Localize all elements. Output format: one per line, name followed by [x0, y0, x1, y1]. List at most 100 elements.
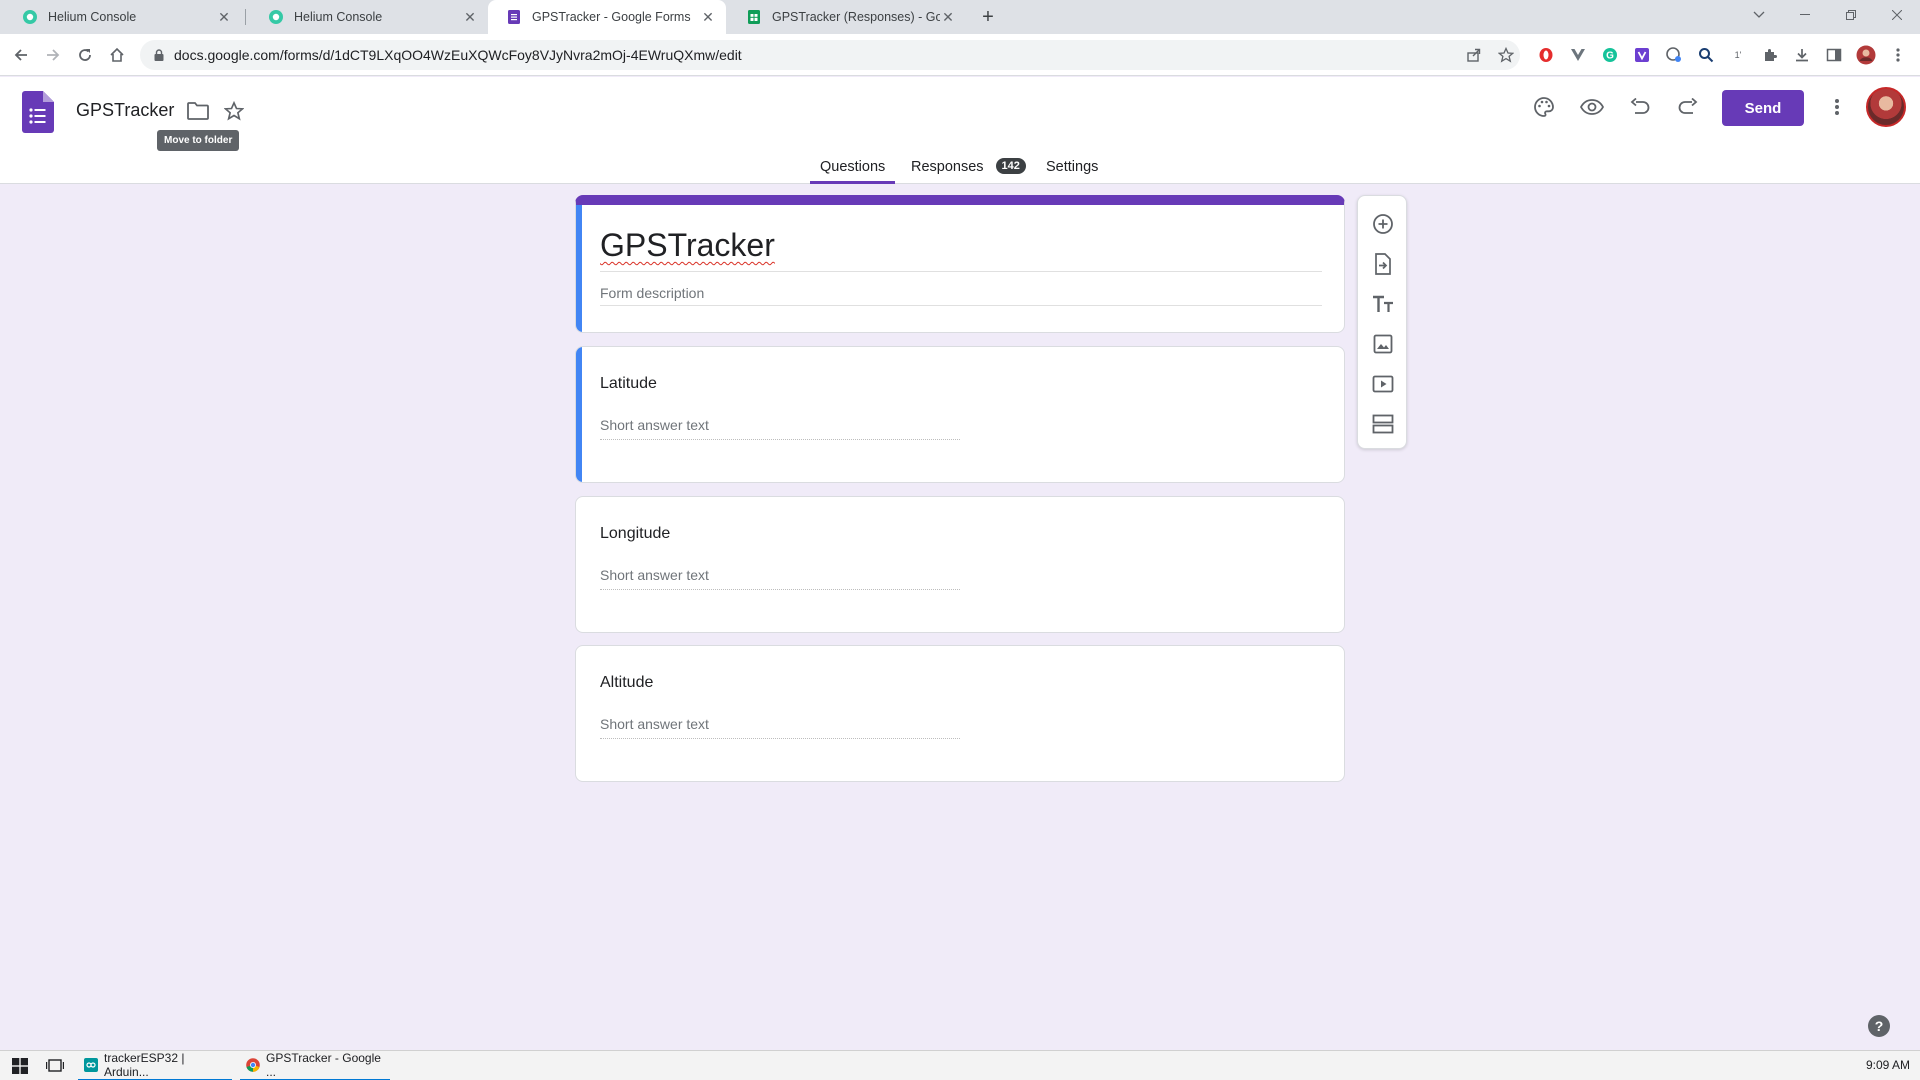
taskbar-item-label: GPSTracker - Google ...	[266, 1051, 381, 1079]
form-title-card[interactable]: GPSTracker Form description	[575, 195, 1345, 333]
side-panel-icon[interactable]	[1824, 45, 1844, 65]
tab-search-icon[interactable]	[1736, 0, 1782, 30]
browser-tab-helium-console-2[interactable]: Helium Console ✕	[250, 0, 488, 34]
tab-settings[interactable]: Settings	[1046, 151, 1098, 184]
helium-icon	[268, 9, 284, 25]
star-icon[interactable]	[222, 99, 246, 123]
browser-tab-google-forms[interactable]: GPSTracker - Google Forms ✕	[488, 0, 726, 34]
answer-underline	[600, 439, 960, 440]
lock-icon[interactable]	[154, 49, 164, 61]
add-section-icon[interactable]	[1371, 412, 1395, 436]
vue-devtools-icon[interactable]	[1568, 45, 1588, 65]
restore-button[interactable]	[1828, 0, 1874, 30]
question-card-longitude[interactable]: Longitude Short answer text	[575, 496, 1345, 633]
close-icon[interactable]: ✕	[216, 9, 232, 25]
answer-underline	[600, 738, 960, 739]
download-icon[interactable]	[1792, 45, 1812, 65]
folder-icon[interactable]	[186, 99, 210, 123]
bookmark-star-icon[interactable]	[1496, 45, 1516, 65]
tab-title: GPSTracker (Responses) - Googl	[772, 10, 940, 24]
form-tabs: Questions Responses 142 Settings	[0, 151, 1920, 184]
question-title[interactable]: Latitude	[600, 375, 657, 393]
short-answer-placeholder: Short answer text	[600, 716, 709, 732]
form-title[interactable]: GPSTracker	[600, 227, 775, 264]
search-icon[interactable]	[1696, 45, 1716, 65]
system-clock[interactable]: 9:09 AM	[1866, 1058, 1910, 1072]
google-forms-logo-icon[interactable]	[22, 91, 54, 133]
more-options-icon[interactable]	[1825, 95, 1849, 119]
svg-text:1': 1'	[1735, 50, 1742, 60]
document-title[interactable]: GPSTracker	[76, 100, 174, 121]
close-window-button[interactable]	[1874, 0, 1920, 30]
divider	[600, 305, 1322, 306]
tab-questions[interactable]: Questions	[810, 151, 896, 184]
short-answer-placeholder: Short answer text	[600, 417, 709, 433]
close-icon[interactable]: ✕	[462, 9, 478, 25]
taskbar-item-arduino[interactable]: trackerESP32 | Arduin...	[78, 1051, 232, 1080]
form-description-field[interactable]: Form description	[600, 285, 704, 301]
selected-indicator	[576, 205, 582, 332]
tooltip: Move to folder	[157, 130, 240, 151]
browser-tab-strip: Helium Console ✕ Helium Console ✕ GPSTra…	[0, 0, 1920, 34]
tab-responses-label: Responses	[911, 159, 984, 175]
avatar[interactable]	[1866, 87, 1906, 127]
answer-underline	[600, 589, 960, 590]
tab-title: Helium Console	[48, 10, 137, 24]
close-icon[interactable]: ✕	[700, 9, 716, 25]
address-bar[interactable]: docs.google.com/forms/d/1dCT9LXqOO4WzEuX…	[140, 40, 1520, 70]
chrome-icon	[246, 1058, 260, 1072]
redo-icon[interactable]	[1676, 95, 1700, 119]
import-questions-icon[interactable]	[1371, 252, 1395, 276]
helium-icon	[22, 9, 38, 25]
responses-count-badge: 142	[995, 158, 1026, 174]
question-side-toolbar	[1357, 195, 1407, 449]
selected-indicator	[576, 347, 582, 482]
short-answer-placeholder: Short answer text	[600, 567, 709, 583]
question-card-altitude[interactable]: Altitude Short answer text	[575, 645, 1345, 782]
puzzle-extensions-icon[interactable]	[1760, 45, 1780, 65]
windows-start-icon[interactable]	[6, 1051, 34, 1080]
undo-icon[interactable]	[1628, 95, 1652, 119]
extension-mini-icon[interactable]: 1'	[1728, 45, 1748, 65]
forms-header: GPSTracker Move to folder Send Questions…	[0, 77, 1920, 184]
browser-toolbar: docs.google.com/forms/d/1dCT9LXqOO4WzEuX…	[0, 34, 1920, 76]
add-video-icon[interactable]	[1371, 372, 1395, 396]
extension-badge-icon[interactable]	[1664, 45, 1684, 65]
question-title[interactable]: Altitude	[600, 674, 653, 692]
google-sheets-icon	[746, 9, 762, 25]
url-text[interactable]: docs.google.com/forms/d/1dCT9LXqOO4WzEuX…	[174, 47, 742, 63]
tab-responses[interactable]: Responses 142	[911, 151, 1026, 184]
new-tab-button[interactable]: +	[976, 5, 1000, 29]
tab-title: Helium Console	[294, 10, 383, 24]
profile-avatar-icon[interactable]	[1856, 45, 1876, 65]
arduino-icon	[84, 1058, 98, 1072]
home-icon[interactable]	[104, 42, 130, 68]
question-card-latitude[interactable]: Latitude Short answer text	[575, 346, 1345, 483]
help-icon[interactable]: ?	[1868, 1015, 1890, 1037]
task-view-icon[interactable]	[40, 1051, 70, 1080]
browser-menu-icon[interactable]	[1888, 45, 1908, 65]
taskbar-item-chrome[interactable]: GPSTracker - Google ...	[240, 1051, 390, 1080]
back-arrow-icon[interactable]	[8, 42, 34, 68]
tab-title: GPSTracker - Google Forms	[532, 10, 691, 24]
vimeo-extension-icon[interactable]	[1632, 45, 1652, 65]
add-title-icon[interactable]	[1371, 292, 1395, 316]
windows-taskbar: trackerESP32 | Arduin... GPSTracker - Go…	[0, 1050, 1920, 1080]
close-icon[interactable]: ✕	[940, 9, 956, 25]
tab-settings-label: Settings	[1046, 159, 1099, 175]
send-button[interactable]: Send	[1722, 90, 1804, 126]
minimize-button[interactable]	[1782, 0, 1828, 30]
question-title[interactable]: Longitude	[600, 525, 670, 543]
forward-arrow-icon[interactable]	[40, 42, 66, 68]
palette-icon[interactable]	[1532, 95, 1556, 119]
add-question-icon[interactable]	[1371, 212, 1395, 236]
browser-tab-helium-console-1[interactable]: Helium Console ✕	[4, 0, 242, 34]
share-icon[interactable]	[1464, 45, 1484, 65]
reload-icon[interactable]	[72, 42, 98, 68]
add-image-icon[interactable]	[1371, 332, 1395, 356]
grammarly-icon[interactable]: G	[1600, 45, 1620, 65]
tab-questions-label: Questions	[820, 159, 886, 175]
opera-extension-icon[interactable]	[1536, 45, 1556, 65]
preview-eye-icon[interactable]	[1580, 95, 1604, 119]
browser-tab-google-sheets[interactable]: GPSTracker (Responses) - Googl ✕	[728, 0, 966, 34]
